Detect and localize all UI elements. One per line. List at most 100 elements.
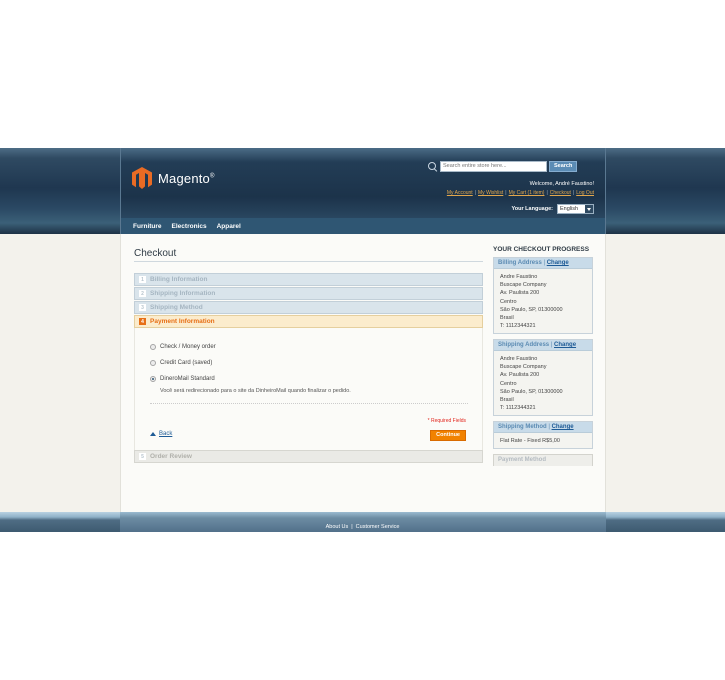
progress-shipping-method: Shipping Method | Change Flat Rate - Fix… [493,421,593,449]
radio-button-selected[interactable] [150,376,156,382]
link-separator: | [505,190,507,196]
customer-service-link[interactable]: Customer Service [356,524,400,530]
step-label: Shipping Information [150,290,216,297]
my-wishlist-link[interactable]: My Wishlist [478,190,503,196]
step-order-review[interactable]: 5 Order Review [134,450,483,463]
step-number: 2 [139,290,146,297]
progress-shipping-address: Shipping Address | Change Andre Faustino… [493,339,593,416]
language-value: English [560,206,579,212]
payment-form: Check / Money order Credit Card (saved) … [134,328,483,450]
step-number: 4 [139,318,146,325]
required-fields-note: * Required Fields [427,418,466,424]
payment-option-label: Credit Card (saved) [160,360,213,366]
welcome-message: Welcome, André Faustino! [529,181,594,187]
link-separator: | [474,190,477,196]
payment-option-credit-card[interactable]: Credit Card (saved) [150,360,212,366]
step-billing-information[interactable]: 1 Billing Information [134,273,483,286]
search-icon [428,162,436,170]
back-link[interactable]: Back [150,431,172,437]
progress-billing-address: Billing Address | Change Andre Faustino … [493,257,593,334]
progress-box-title: Payment Method [494,455,592,466]
step-number: 5 [139,453,146,460]
magento-logo-icon [132,167,152,189]
magento-logo[interactable]: Magento® [132,167,215,189]
step-shipping-information[interactable]: 2 Shipping Information [134,287,483,300]
my-cart-link[interactable]: My Cart (1 item) [509,190,545,196]
checkout-link[interactable]: Checkout [550,190,571,196]
page-title: Checkout [134,248,177,259]
log-out-link[interactable]: Log Out [576,190,594,196]
language-switcher: Your Language: English [512,204,594,214]
page-wrapper: Magento® Search Welcome, André Faustino!… [120,148,606,512]
arrow-up-icon [150,432,156,436]
progress-payment-method: Payment Method [493,454,593,466]
address-line: Brasil [500,315,514,322]
my-account-link[interactable]: My Account [447,190,473,196]
link-separator: | [572,190,575,196]
progress-box-title: Shipping Method [498,424,547,430]
language-select[interactable]: English [557,204,594,214]
about-us-link[interactable]: About Us [326,524,349,530]
nav-item-apparel[interactable]: Apparel [217,223,241,230]
address-line: Av. Paulista 200 [500,372,540,379]
shipping-rate: Flat Rate - Fixed R$5,00 [500,438,560,444]
step-number: 3 [139,304,146,311]
continue-button[interactable]: Continue [430,430,466,441]
redirect-note: Você será redirecionado para o site da D… [160,388,351,394]
quick-links: My Account | My Wishlist | My Cart (1 it… [447,190,594,196]
form-divider [150,403,468,404]
main-nav: Furniture Electronics Apparel [120,218,606,234]
step-label: Payment Information [150,318,215,325]
logo-text: Magento® [158,170,215,186]
step-label: Order Review [150,453,192,460]
nav-item-electronics[interactable]: Electronics [172,223,207,230]
radio-button[interactable] [150,344,156,350]
main-content: Checkout 1 Billing Information 2 Shippin… [120,234,606,512]
progress-box-header: Billing Address | Change [494,258,592,269]
address-line: Brasil [500,397,514,404]
shipping-method-details: Flat Rate - Fixed R$5,00 [494,433,592,449]
title-divider [134,261,483,262]
change-method-link[interactable]: Change [552,424,574,430]
progress-title: Your Checkout Progress [493,246,590,253]
address-line: T: 1112344321 [500,405,536,412]
change-billing-link[interactable]: Change [547,260,569,266]
link-separator: | [546,190,548,196]
billing-address-details: Andre Faustino Buscape Company Av. Pauli… [494,269,592,334]
payment-option-label: DineroMail Standard [160,376,215,382]
search-button[interactable]: Search [549,160,578,172]
payment-option-checkmo[interactable]: Check / Money order [150,344,216,350]
language-label: Your Language: [511,206,553,212]
step-payment-information[interactable]: 4 Payment Information [134,315,483,328]
shipping-address-details: Andre Faustino Buscape Company Av. Pauli… [494,351,592,416]
step-label: Billing Information [150,276,208,283]
nav-item-furniture[interactable]: Furniture [133,223,162,230]
change-shipping-link[interactable]: Change [554,342,576,348]
link-separator: | [351,524,353,530]
footer-links: About Us | Customer Service [0,524,725,530]
radio-button[interactable] [150,360,156,366]
progress-box-title: Shipping Address [498,342,550,348]
step-number: 1 [139,276,146,283]
address-line: Centro [500,380,517,387]
address-line: Andre Faustino [500,356,538,362]
address-line: São Paulo, SP, 01300000 [500,306,563,313]
payment-option-label: Check / Money order [160,344,216,350]
address-line: Buscape Company [500,282,547,289]
chevron-down-icon [585,205,593,213]
progress-box-header: Shipping Address | Change [494,340,592,351]
progress-box-header: Shipping Method | Change [494,422,592,433]
step-shipping-method[interactable]: 3 Shipping Method [134,301,483,314]
address-line: Andre Faustino [500,274,538,280]
progress-box-title: Billing Address [498,260,542,266]
payment-option-dineromail[interactable]: DineroMail Standard [150,376,215,382]
search-input[interactable] [440,160,547,172]
address-line: Centro [500,298,517,305]
site-header: Magento® Search Welcome, André Faustino!… [120,148,606,218]
address-line: T: 1112344321 [500,323,536,330]
step-label: Shipping Method [150,304,203,311]
back-label: Back [159,431,173,437]
address-line: Buscape Company [500,364,547,371]
checkout-progress: Your Checkout Progress Billing Address |… [493,246,593,466]
address-line: São Paulo, SP, 01300000 [500,388,563,395]
